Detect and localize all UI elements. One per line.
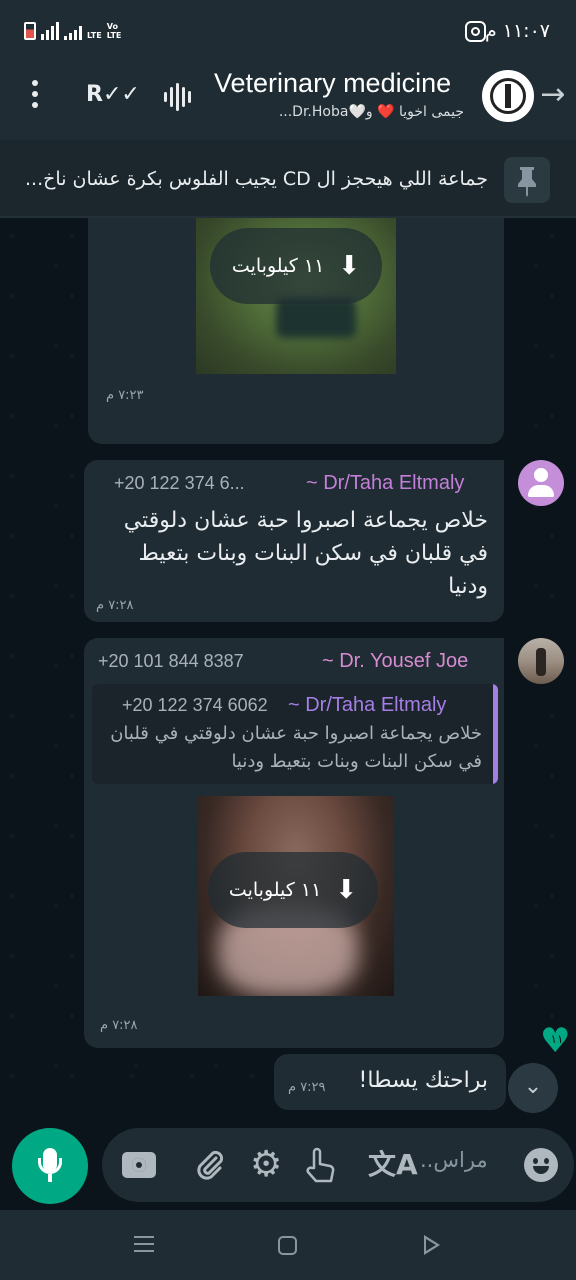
message-bubble[interactable]: ~ Dr. Yousef Joe +20 101 844 8387 ~ Dr/T… — [84, 638, 504, 1048]
message-input-field[interactable]: ⚙ 文A مراس.. — [102, 1128, 574, 1202]
download-icon: ⬇ — [335, 875, 358, 905]
translate-icon[interactable]: 文A — [368, 1148, 418, 1182]
sender-avatar[interactable] — [518, 460, 564, 506]
pinned-message-bar[interactable]: جماعة اللي هيحجز ال CD يجيب الفلوس بكرة … — [0, 140, 576, 218]
pinned-message-text: جماعة اللي هيحجز ال CD يجيب الفلوس بكرة … — [25, 168, 488, 190]
chat-header: R✓✓ Veterinary medicine جيمى اخويا ❤️ و🤍… — [0, 62, 576, 140]
gear-icon[interactable]: ⚙ — [250, 1147, 282, 1183]
quoted-text: خلاص يجماعة اصبروا حبة عشان دلوقتي في قل… — [110, 723, 482, 772]
quoted-message[interactable]: ~ Dr/Taha Eltmaly +20 122 374 6062 خلاص … — [92, 684, 498, 784]
message-time: ٧:٢٨ م — [96, 598, 134, 613]
message-text: خلاص يجماعة اصبروا حبة عشان دلوقتي في قل… — [123, 508, 488, 599]
sender-name[interactable]: ~ Dr/Taha Eltmaly — [306, 472, 492, 495]
message-bubble[interactable]: ⬇ ١١ كيلوبايت ٧:٢٣ م — [88, 218, 504, 444]
sender-phone: +20 122 374 6... — [114, 473, 245, 493]
message-bubble[interactable]: ~ Dr/Taha Eltmaly +20 122 374 6... خلاص … — [84, 460, 504, 622]
read-verified-icon[interactable]: R✓✓ — [86, 82, 140, 107]
media-thumbnail[interactable]: ⬇ ١١ كيلوبايت — [198, 796, 394, 996]
message-text: براحتك يسطا! — [358, 1068, 488, 1093]
input-bar: ⚙ 文A مراس.. — [0, 1126, 576, 1210]
more-options-icon[interactable] — [28, 80, 42, 112]
instagram-icon — [465, 21, 486, 42]
status-time: ١١:٠٧ م — [484, 20, 550, 42]
download-icon: ⬇ — [338, 251, 361, 281]
quoted-phone: +20 122 374 6062 — [122, 695, 268, 715]
touch-icon[interactable] — [300, 1144, 340, 1194]
attach-icon[interactable] — [194, 1148, 226, 1190]
signal-icon — [41, 22, 59, 40]
recent-apps-icon[interactable] — [134, 1236, 154, 1257]
sender-name[interactable]: ~ Dr. Yousef Joe — [322, 650, 488, 673]
group-avatar[interactable] — [480, 68, 536, 124]
camera-icon[interactable] — [122, 1152, 156, 1178]
message-time: ٧:٢٣ م — [106, 388, 144, 403]
status-left-icons: LTE Vo LTE — [24, 22, 127, 40]
home-icon[interactable] — [278, 1236, 297, 1255]
message-bubble[interactable]: براحتك يسطا! ٧:٢٩ م — [274, 1054, 506, 1110]
status-bar: LTE Vo LTE ١١:٠٧ م — [0, 0, 576, 62]
chat-subtitle[interactable]: جيمى اخويا ❤️ و🤍Dr.Hoba... — [279, 104, 464, 120]
download-size: ١١ كيلوبايت — [231, 255, 325, 277]
message-time: ٧:٢٩ م — [288, 1080, 326, 1095]
battery-saver-icon — [24, 22, 36, 40]
back-arrow-icon[interactable]: → — [538, 80, 568, 110]
chat-area[interactable]: ⬇ ١١ كيلوبايت ٧:٢٣ م ~ Dr/Taha Eltmaly +… — [0, 218, 576, 1126]
media-thumbnail[interactable]: ⬇ ١١ كيلوبايت — [196, 218, 396, 374]
back-icon[interactable] — [424, 1235, 440, 1255]
quote-accent-bar — [493, 684, 498, 784]
chat-title[interactable]: Veterinary medicine — [214, 68, 464, 99]
unread-count: ١١ — [550, 1032, 564, 1046]
download-size: ١١ كيلوبايت — [228, 879, 322, 901]
voice-call-icon[interactable] — [164, 82, 191, 112]
mic-stem — [48, 1174, 52, 1182]
pin-icon — [504, 157, 550, 203]
sender-avatar[interactable] — [518, 638, 564, 684]
quoted-sender: ~ Dr/Taha Eltmaly — [288, 694, 447, 716]
sender-phone: +20 101 844 8387 — [98, 651, 244, 671]
network-type-label: LTE — [87, 31, 102, 40]
voice-record-button[interactable] — [12, 1128, 88, 1204]
signal-icon-2 — [64, 22, 82, 40]
download-button[interactable]: ⬇ ١١ كيلوبايت — [208, 852, 378, 928]
scroll-down-button[interactable]: ⌄ — [508, 1063, 558, 1113]
unread-count-badge[interactable]: ♥ ١١ — [538, 1024, 576, 1058]
message-input-placeholder: مراس.. — [420, 1148, 488, 1172]
system-nav-bar — [0, 1210, 576, 1280]
download-button[interactable]: ⬇ ١١ كيلوبايت — [210, 228, 382, 304]
mic-stand — [38, 1158, 62, 1174]
chevron-double-down-icon: ⌄ — [523, 1074, 543, 1099]
emoji-icon[interactable] — [524, 1148, 558, 1182]
volte-label: Vo LTE — [106, 22, 122, 40]
message-time: ٧:٢٨ م — [100, 1018, 138, 1033]
